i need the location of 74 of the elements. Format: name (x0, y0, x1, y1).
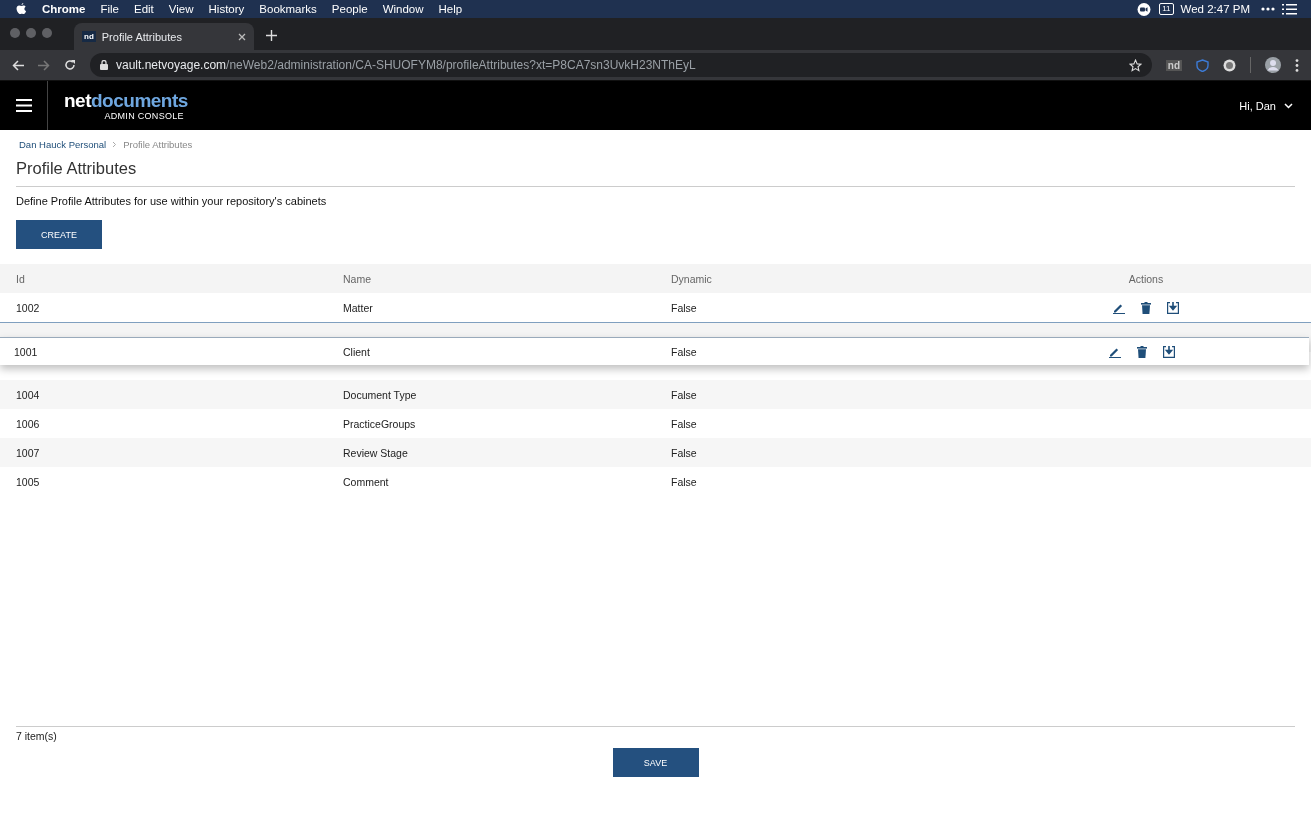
kebab-menu-icon[interactable] (1295, 58, 1299, 72)
record-icon[interactable] (1223, 58, 1236, 72)
table-cell-text: 1007 (15, 446, 41, 459)
delete-icon[interactable] (1137, 345, 1147, 358)
table-row[interactable]: 1004 Document Type False (0, 380, 1311, 409)
menu-item[interactable]: Chrome (42, 3, 86, 15)
page-description: Define Profile Attributes for use within your repository's cabinets (16, 195, 328, 207)
table-row[interactable]: 1007 Review Stage False (0, 438, 1311, 467)
table-cell-text: Comment (343, 475, 390, 488)
reload-icon[interactable] (64, 59, 76, 71)
table-cell-text: Document Type (343, 388, 418, 401)
back-icon[interactable] (12, 59, 24, 71)
download-icon[interactable] (1167, 301, 1179, 314)
column-header[interactable]: Id (0, 272, 343, 285)
column-header[interactable]: Actions (1091, 272, 1201, 285)
download-icon[interactable] (1163, 345, 1175, 358)
clock[interactable]: Wed 2:47 PM (1180, 3, 1250, 15)
column-header[interactable]: Dynamic (671, 272, 1091, 285)
menu-icon[interactable] (15, 99, 32, 112)
menu-item[interactable]: People (331, 3, 368, 15)
breadcrumb-link[interactable]: Dan Hauck Personal (19, 139, 107, 150)
dragged-row[interactable]: 1001 Client False (0, 337, 1309, 365)
avatar-icon[interactable] (1265, 57, 1281, 73)
list-icon[interactable] (1282, 3, 1297, 15)
calendar-icon[interactable]: 11 (1159, 3, 1174, 15)
menu-item[interactable]: History (208, 3, 245, 15)
save-button[interactable]: SAVE (612, 748, 699, 777)
chevron-down-icon (1284, 102, 1293, 109)
table-cell-text: False (671, 345, 698, 358)
table-cell-text: 1004 (15, 388, 41, 401)
menu-item[interactable]: View (168, 3, 194, 15)
favicon-icon: nd (82, 31, 96, 42)
table-cell-text: False (671, 417, 698, 430)
table-cell-text: Matter (343, 301, 374, 314)
shield-icon[interactable] (1196, 58, 1209, 72)
table-cell-text: 1006 (15, 417, 41, 430)
extension-icon[interactable]: nd (1165, 59, 1182, 71)
table-cell-text: False (671, 301, 698, 314)
bookmark-star-icon[interactable] (1128, 58, 1142, 72)
table-cell-text: False (671, 446, 698, 459)
lock-icon (100, 60, 108, 70)
page-title: Profile Attributes (16, 159, 138, 178)
table-cell-text: False (671, 388, 698, 401)
table-cell-text: Review Stage (343, 446, 409, 459)
user-menu[interactable]: Hi, Dan (1233, 98, 1299, 113)
table-cell-text: False (671, 475, 698, 488)
item-count: 7 item(s) (16, 730, 58, 742)
more-icon[interactable] (1261, 7, 1275, 11)
menu-item[interactable]: Window (382, 3, 424, 15)
menu-item[interactable]: Edit (134, 3, 154, 15)
forward-icon[interactable] (38, 59, 50, 71)
create-button[interactable]: CREATE (16, 220, 102, 249)
logo[interactable]: netdocuments (64, 90, 188, 111)
menu-item[interactable]: File (100, 3, 119, 15)
close-icon[interactable] (238, 32, 246, 41)
address-field[interactable]: vault.netvoyage.com/neWeb2/administration/CA-SHUOFYM8/profileAttributes?xt=P8CA7sn3UvkH23NThEyL (90, 53, 1152, 77)
table-cell-text: PracticeGroups (343, 417, 417, 430)
breadcrumb-separator-icon (112, 141, 118, 148)
new-tab-icon[interactable] (266, 30, 277, 41)
column-header[interactable]: Name (343, 272, 671, 285)
table-cell-text: 1005 (15, 475, 41, 488)
current-page-label: Profile Attributes (123, 139, 193, 150)
browser-tab[interactable]: nd Profile Attributes (74, 23, 254, 50)
url-text: vault.netvoyage.com/neWeb2/administration/CA-SHUOFYM8/profileAttributes?xt=P8CA7sn3UvkH23NThEyL (116, 58, 697, 72)
tab-title: Profile Attributes (101, 30, 183, 43)
apple-icon[interactable] (16, 2, 27, 16)
menu-item[interactable]: Help (438, 3, 463, 15)
table-cell-text: 1001 (13, 345, 39, 358)
menu-item[interactable]: Bookmarks (259, 3, 317, 15)
delete-icon[interactable] (1141, 301, 1151, 314)
table-cell-text: 1002 (15, 301, 41, 314)
logo-subtitle: ADMIN CONSOLE (104, 110, 184, 121)
video-camera-icon[interactable] (1136, 2, 1153, 16)
table-cell-text: Client (343, 345, 371, 358)
